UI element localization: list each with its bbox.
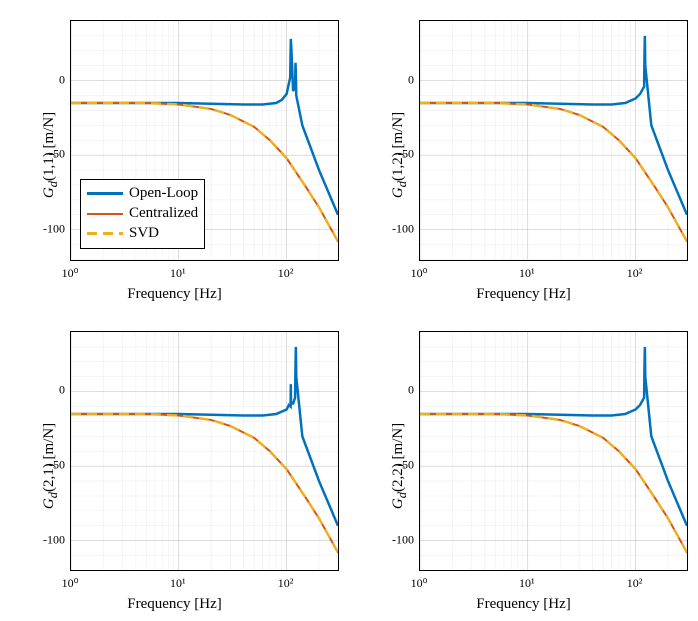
xtick-label: 10²	[627, 576, 643, 591]
xlabel-gd12: Frequency [Hz]	[476, 286, 571, 303]
curve-centralized	[420, 413, 687, 552]
curve-centralized	[420, 103, 687, 242]
panel-gd21: Gd(2,1) [m/N] Frequency [Hz] 10⁰10¹10²-1…	[0, 311, 349, 621]
ytick-label: -50	[40, 457, 65, 472]
xtick-label: 10⁰	[62, 266, 79, 281]
xlabel-gd11: Frequency [Hz]	[127, 286, 222, 303]
legend-line-icon	[87, 213, 123, 215]
xtick-label: 10¹	[519, 576, 535, 591]
legend-box: Open-Loop Centralized SVD	[80, 179, 205, 249]
plot-area-gd22	[419, 331, 688, 572]
ytick-label: 0	[389, 72, 414, 87]
chart-grid: Gd(1,1) [m/N] Frequency [Hz] Open-Loop C…	[0, 0, 698, 621]
xlabel-gd21: Frequency [Hz]	[127, 596, 222, 613]
ytick-label: 0	[40, 383, 65, 398]
legend-line-icon	[87, 192, 123, 195]
ytick-label: -50	[389, 147, 414, 162]
plot-area-gd12	[419, 20, 688, 261]
ytick-label: 0	[40, 72, 65, 87]
xtick-label: 10²	[278, 576, 294, 591]
legend-centralized: Centralized	[87, 204, 198, 224]
panel-gd11: Gd(1,1) [m/N] Frequency [Hz] Open-Loop C…	[0, 0, 349, 311]
curve-svd	[71, 413, 338, 552]
legend-label: Centralized	[129, 205, 198, 222]
ytick-label: -100	[389, 222, 414, 237]
ytick-label: -100	[40, 532, 65, 547]
plot-area-gd21	[70, 331, 339, 572]
ytick-label: -100	[389, 532, 414, 547]
legend-svd: SVD	[87, 224, 198, 244]
ytick-label: -50	[40, 147, 65, 162]
legend-dashline-icon	[87, 232, 123, 235]
xlabel-gd22: Frequency [Hz]	[476, 596, 571, 613]
legend-label: Open-Loop	[129, 185, 198, 202]
xtick-label: 10⁰	[411, 266, 428, 281]
xtick-label: 10¹	[170, 266, 186, 281]
legend-label: SVD	[129, 225, 159, 242]
legend-openloop: Open-Loop	[87, 184, 198, 204]
ytick-label: 0	[389, 383, 414, 398]
curve-svd	[420, 103, 687, 242]
curve-svd	[420, 413, 687, 552]
panel-gd12: Gd(1,2) [m/N] Frequency [Hz] 10⁰10¹10²-1…	[349, 0, 698, 311]
xtick-label: 10¹	[519, 266, 535, 281]
xtick-label: 10²	[278, 266, 294, 281]
xtick-label: 10¹	[170, 576, 186, 591]
panel-gd22: Gd(2,2) [m/N] Frequency [Hz] 10⁰10¹10²-1…	[349, 311, 698, 621]
ytick-label: -100	[40, 222, 65, 237]
xtick-label: 10⁰	[62, 576, 79, 591]
xtick-label: 10²	[627, 266, 643, 281]
xtick-label: 10⁰	[411, 576, 428, 591]
curve-centralized	[71, 413, 338, 552]
ytick-label: -50	[389, 457, 414, 472]
